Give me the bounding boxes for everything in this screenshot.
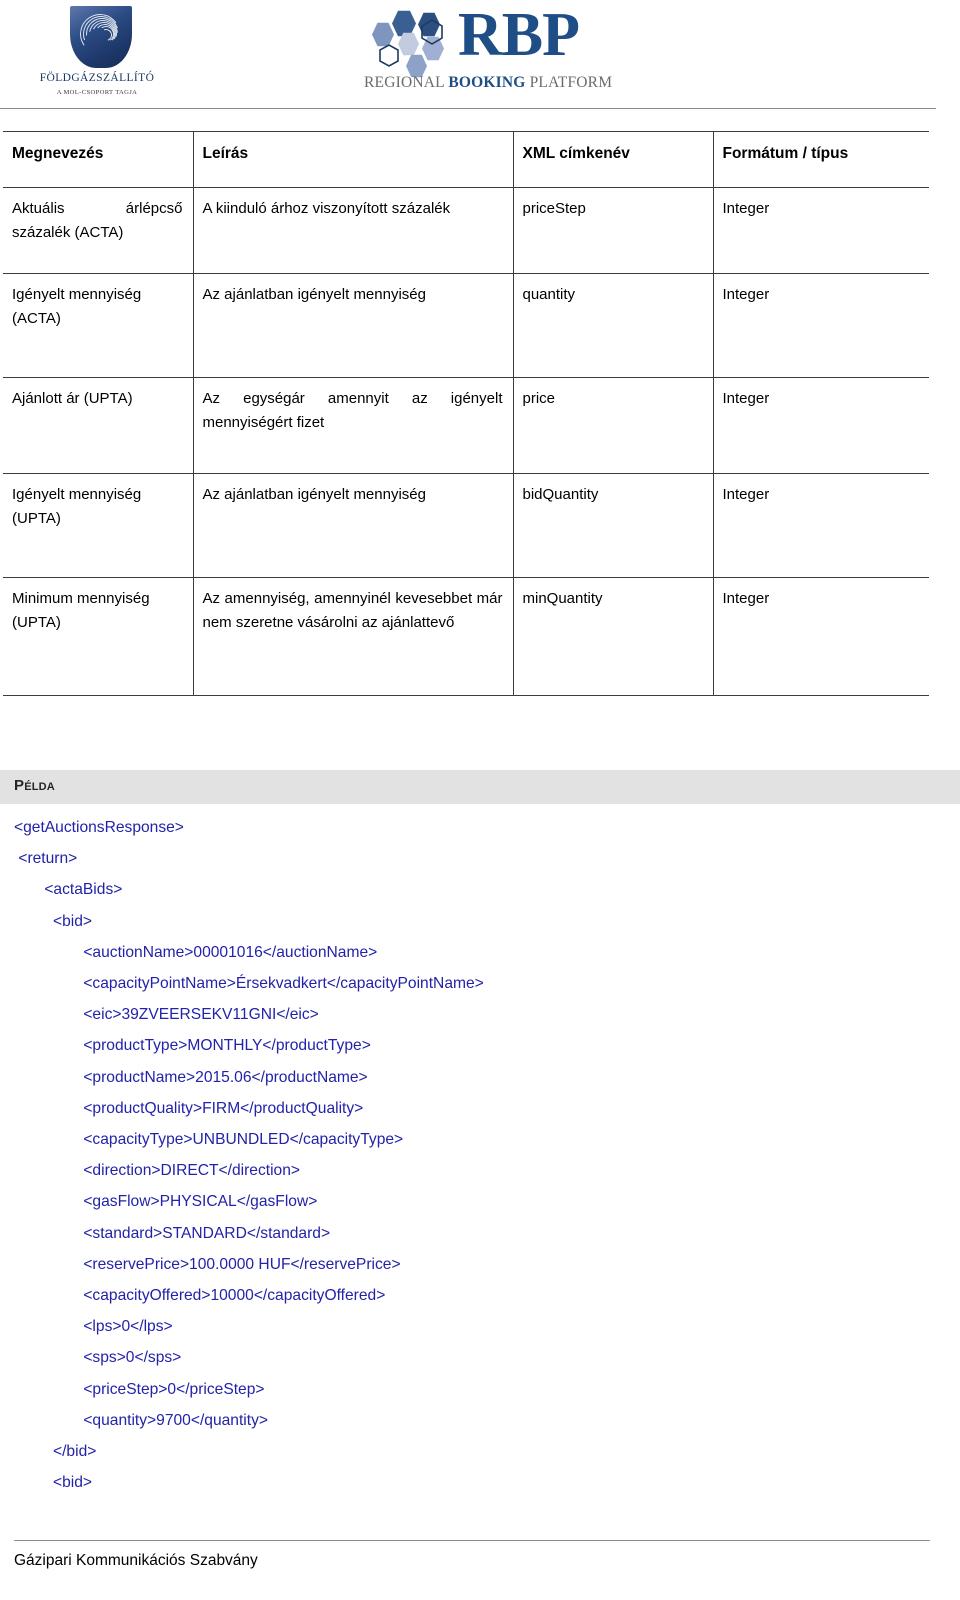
xml-example-code: <getAuctionsResponse> <return> <actaBids… [14,819,484,1492]
table-row: Aktuális árlépcső százalék (ACTA) A kiin… [3,187,929,274]
cell-format: Integer [713,187,929,274]
page-header: FÖLDGÁZSZÁLLÍTÓ A MOL-CSOPORT TAGJA RBP … [0,0,960,112]
table-header-row: Megnevezés Leírás XML címkenév Formátum … [3,131,929,188]
cell-xmltag: quantity [513,273,714,378]
rbp-tagline: REGIONAL BOOKING PLATFORM [364,74,612,92]
cell-desc: Az egységár amennyit az igényelt mennyis… [193,377,514,474]
fgsz-logo-name: FÖLDGÁZSZÁLLÍTÓ [39,72,155,84]
table-row: Minimum mennyiség (UPTA) Az amennyiség, … [3,577,929,696]
cell-format: Integer [713,577,929,696]
cell-name: Minimum mennyiség (UPTA) [3,577,194,696]
cell-name: Aktuális árlépcső százalék (ACTA) [3,187,194,274]
rbp-logo: RBP REGIONAL BOOKING PLATFORM [362,4,612,100]
table-row: Igényelt mennyiség (ACTA) Az ajánlatban … [3,273,929,378]
example-section-band: Példa [0,770,960,804]
fgsz-shield-icon [70,6,132,68]
footer-text: Gázipari Kommunikációs Szabvány [14,1552,258,1569]
rbp-tagline-regional: REGIONAL [364,74,445,91]
cell-name: Igényelt mennyiség (ACTA) [3,273,194,378]
fgsz-logo-subtitle: A MOL-CSOPORT TAGJA [56,89,138,96]
rbp-tagline-platform: PLATFORM [529,74,613,91]
example-section-heading: Példa [14,777,55,794]
header-divider [0,108,936,109]
table-row: Igényelt mennyiség (UPTA) Az ajánlatban … [3,473,929,578]
table-row: Ajánlott ár (UPTA) Az egységár amennyit … [3,377,929,474]
cell-format: Integer [713,273,929,378]
column-header-xmltag: XML címkenév [513,131,714,188]
column-header-format: Formátum / típus [713,131,929,188]
cell-name: Igényelt mennyiség (UPTA) [3,473,194,578]
cell-desc: Az amennyiség, amennyinél kevesebbet már… [193,577,514,696]
cell-xmltag: price [513,377,714,474]
cell-format: Integer [713,473,929,578]
rbp-tagline-booking: BOOKING [448,74,526,91]
column-header-name: Megnevezés [3,131,194,188]
cell-xmltag: bidQuantity [513,473,714,578]
cell-desc: Az ajánlatban igényelt mennyiség [193,473,514,578]
cell-xmltag: priceStep [513,187,714,274]
cell-desc: A kiinduló árhoz viszonyított százalék [193,187,514,274]
swirl-decoration [76,10,126,60]
cell-name: Ajánlott ár (UPTA) [3,377,194,474]
rbp-wordmark: RBP [458,1,580,69]
column-header-desc: Leírás [193,131,514,188]
field-specification-table: Megnevezés Leírás XML címkenév Formátum … [3,131,929,696]
footer-divider [14,1540,930,1541]
rbp-hexagon-icon [362,10,466,78]
cell-format: Integer [713,377,929,474]
cell-desc: Az ajánlatban igényelt mennyiség [193,273,514,378]
cell-xmltag: minQuantity [513,577,714,696]
fgsz-logo: FÖLDGÁZSZÁLLÍTÓ A MOL-CSOPORT TAGJA [22,6,172,106]
